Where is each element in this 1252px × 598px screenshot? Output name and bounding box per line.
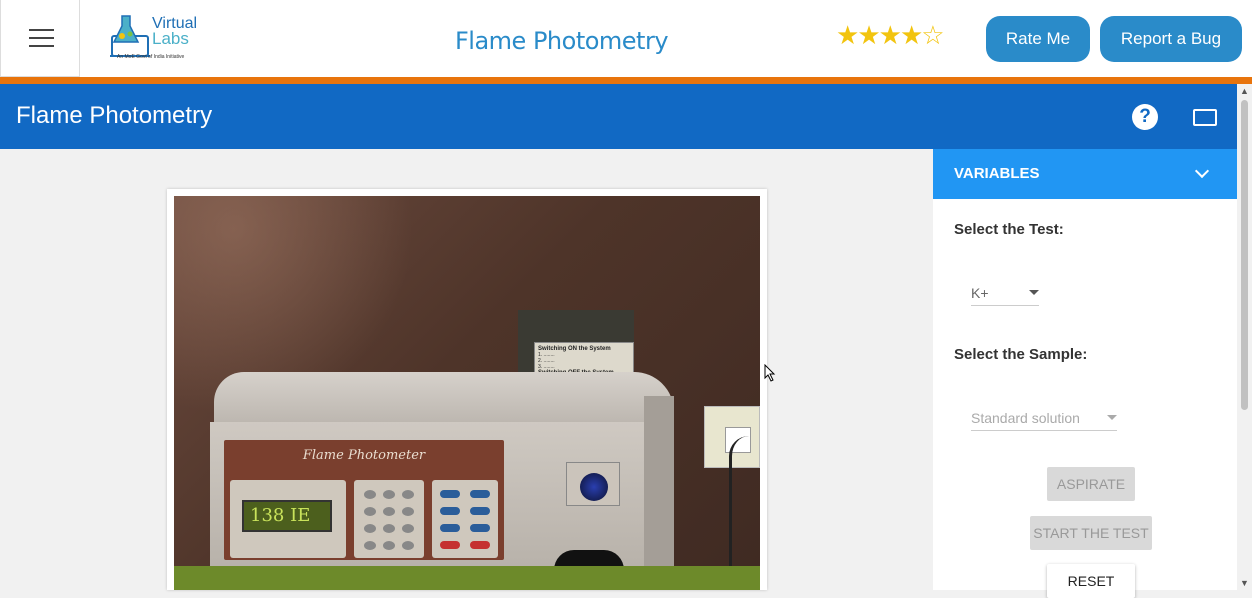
keypad-key[interactable]	[402, 507, 414, 516]
menu-button[interactable]	[0, 0, 80, 77]
hamburger-icon-line	[29, 37, 54, 39]
logo-line-2: Labs	[152, 29, 189, 48]
rate-me-button[interactable]: Rate Me	[986, 16, 1090, 62]
sample-select-value: Standard solution	[971, 409, 1080, 426]
function-key[interactable]	[470, 490, 490, 498]
simulation-frame: Switching ON the System 1. ........ 2. ..…	[167, 189, 767, 590]
numeric-keypad	[354, 480, 424, 558]
function-keypad	[432, 480, 498, 558]
keypad-key[interactable]	[383, 507, 395, 516]
keypad-key[interactable]	[402, 541, 414, 550]
orange-divider	[0, 77, 1252, 84]
function-key[interactable]	[440, 490, 460, 498]
dropdown-arrow-icon	[1029, 290, 1039, 295]
variables-header[interactable]: VARIABLES	[933, 149, 1237, 199]
keypad-key[interactable]	[402, 490, 414, 499]
scroll-thumb[interactable]	[1241, 100, 1248, 410]
star-icon: ★	[899, 20, 923, 50]
keypad-key[interactable]	[383, 490, 395, 499]
logo-tagline: An MoE Govt of India Initiative	[117, 54, 185, 60]
hamburger-icon-line	[29, 45, 54, 47]
keypad-key[interactable]	[364, 541, 376, 550]
half-star-icon: ☆	[921, 20, 944, 50]
function-key[interactable]	[470, 507, 490, 515]
sample-label: Select the Sample:	[954, 346, 1088, 363]
display-housing: 138 IE	[230, 480, 346, 558]
page-scrollbar[interactable]: ▲ ▼	[1237, 84, 1252, 590]
logo-text: Virtual Labs	[152, 16, 197, 48]
start-test-button[interactable]: START THE TEST	[1030, 516, 1152, 550]
flame-icon	[580, 473, 608, 501]
print-key[interactable]	[440, 541, 460, 549]
test-select[interactable]: K+	[971, 280, 1039, 306]
keypad-key[interactable]	[383, 524, 395, 533]
report-bug-button[interactable]: Report a Bug	[1100, 16, 1242, 62]
mouse-cursor-icon	[764, 364, 776, 382]
enter-key[interactable]	[470, 541, 490, 549]
instruction-title-on: Switching ON the System	[538, 346, 611, 352]
variables-title: VARIABLES	[954, 165, 1040, 182]
star-icon: ★	[857, 20, 880, 50]
keypad-key[interactable]	[383, 541, 395, 550]
function-key[interactable]	[470, 524, 490, 532]
hamburger-icon-line	[29, 29, 54, 31]
variables-panel: VARIABLES Select the Test: K+ Select the…	[933, 149, 1237, 598]
lab-bench	[174, 566, 760, 590]
scroll-up-icon[interactable]: ▲	[1240, 86, 1249, 96]
function-key[interactable]	[440, 524, 460, 532]
star-icon: ★	[836, 20, 859, 50]
instrument-side	[644, 396, 674, 590]
star-icon: ★	[878, 20, 902, 50]
keypad-key[interactable]	[364, 490, 376, 499]
flame-view-window	[566, 462, 620, 506]
function-key[interactable]	[440, 507, 460, 515]
scroll-down-icon[interactable]: ▼	[1240, 578, 1249, 588]
experiment-header: Flame Photometry ?	[0, 84, 1237, 149]
help-icon[interactable]: ?	[1132, 104, 1158, 130]
fullscreen-icon[interactable]	[1193, 109, 1217, 126]
top-navbar: Virtual Labs An MoE Govt of India Initia…	[0, 0, 1252, 77]
keypad-key[interactable]	[402, 524, 414, 533]
aspirate-button[interactable]: ASPIRATE	[1047, 467, 1135, 501]
dropdown-arrow-icon	[1107, 415, 1117, 420]
lcd-display: 138 IE	[242, 500, 332, 532]
keypad-key[interactable]	[364, 524, 376, 533]
reset-button[interactable]: RESET	[1047, 564, 1135, 598]
chevron-down-icon	[1194, 163, 1210, 179]
keypad-key[interactable]	[364, 507, 376, 516]
test-select-value: K+	[971, 284, 989, 301]
rating-stars: ★★★★☆	[836, 20, 945, 51]
page-title: Flame Photometry	[16, 102, 213, 129]
sample-select[interactable]: Standard solution	[971, 405, 1117, 431]
control-panel: Flame Photometer 138 IE	[224, 440, 504, 560]
test-label: Select the Test:	[954, 221, 1064, 238]
panel-label: Flame Photometer	[302, 448, 426, 463]
simulation-title: Flame Photometry	[455, 27, 669, 55]
simulation-canvas[interactable]: Switching ON the System 1. ........ 2. ..…	[174, 196, 760, 590]
